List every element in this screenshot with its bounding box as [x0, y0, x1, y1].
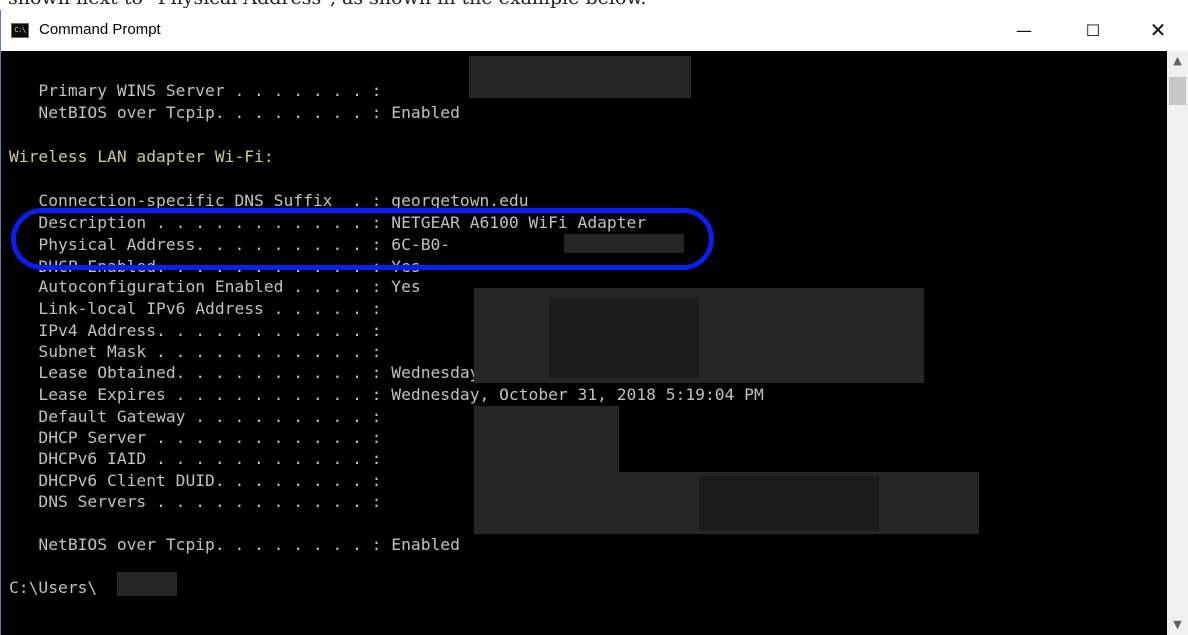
console-line: DNS Servers . . . . . . . . . . . :: [9, 492, 382, 511]
console-line: Subnet Mask . . . . . . . . . . . :: [9, 342, 382, 361]
redacted-wins-server: [469, 56, 691, 98]
maximize-button[interactable]: ☐: [1070, 10, 1116, 51]
scroll-thumb[interactable]: [1169, 77, 1186, 105]
redacted-duid-shade: [699, 476, 879, 531]
console-line: Lease Expires . . . . . . . . . . : Wedn…: [9, 385, 764, 404]
redacted-gateway-block: [474, 406, 619, 476]
section-header-wifi: Wireless LAN adapter Wi-Fi:: [9, 147, 274, 166]
document-caption: shown next to "Physical Address", as sho…: [8, 0, 1008, 8]
console-line: Primary WINS Server . . . . . . . :: [9, 81, 382, 100]
physical-address-highlight: [11, 208, 714, 270]
command-prompt-icon: C:\: [11, 23, 29, 38]
command-prompt-window: C:\ Command Prompt — ☐ ✕ Primary WINS Se…: [0, 10, 1188, 635]
title-bar[interactable]: C:\ Command Prompt — ☐ ✕: [1, 10, 1188, 51]
console-line: DHCPv6 Client DUID. . . . . . . . :: [9, 471, 382, 490]
console-line: Default Gateway . . . . . . . . . :: [9, 407, 382, 426]
console-line: IPv4 Address. . . . . . . . . . . :: [9, 321, 382, 340]
redacted-username: [117, 572, 177, 596]
minimize-button[interactable]: —: [1001, 10, 1047, 51]
vertical-scrollbar[interactable]: ▲ ▼: [1167, 51, 1188, 635]
scroll-down-icon[interactable]: ▼: [1167, 615, 1188, 635]
redacted-ip-block-shade: [549, 298, 699, 378]
console-line: NetBIOS over Tcpip. . . . . . . . : Enab…: [9, 535, 460, 554]
scroll-up-icon[interactable]: ▲: [1167, 51, 1188, 71]
console-output[interactable]: Primary WINS Server . . . . . . . : NetB…: [9, 56, 1159, 628]
close-button[interactable]: ✕: [1135, 10, 1181, 51]
console-line: DHCP Server . . . . . . . . . . . :: [9, 428, 382, 447]
window-title: Command Prompt: [39, 21, 161, 38]
redacted-ip-block: [474, 288, 924, 383]
console-line: Link-local IPv6 Address . . . . . :: [9, 299, 382, 318]
console-line: Autoconfiguration Enabled . . . . : Yes: [9, 277, 421, 296]
console-line: NetBIOS over Tcpip. . . . . . . . : Enab…: [9, 103, 460, 122]
console-line: DHCPv6 IAID . . . . . . . . . . . :: [9, 449, 382, 468]
